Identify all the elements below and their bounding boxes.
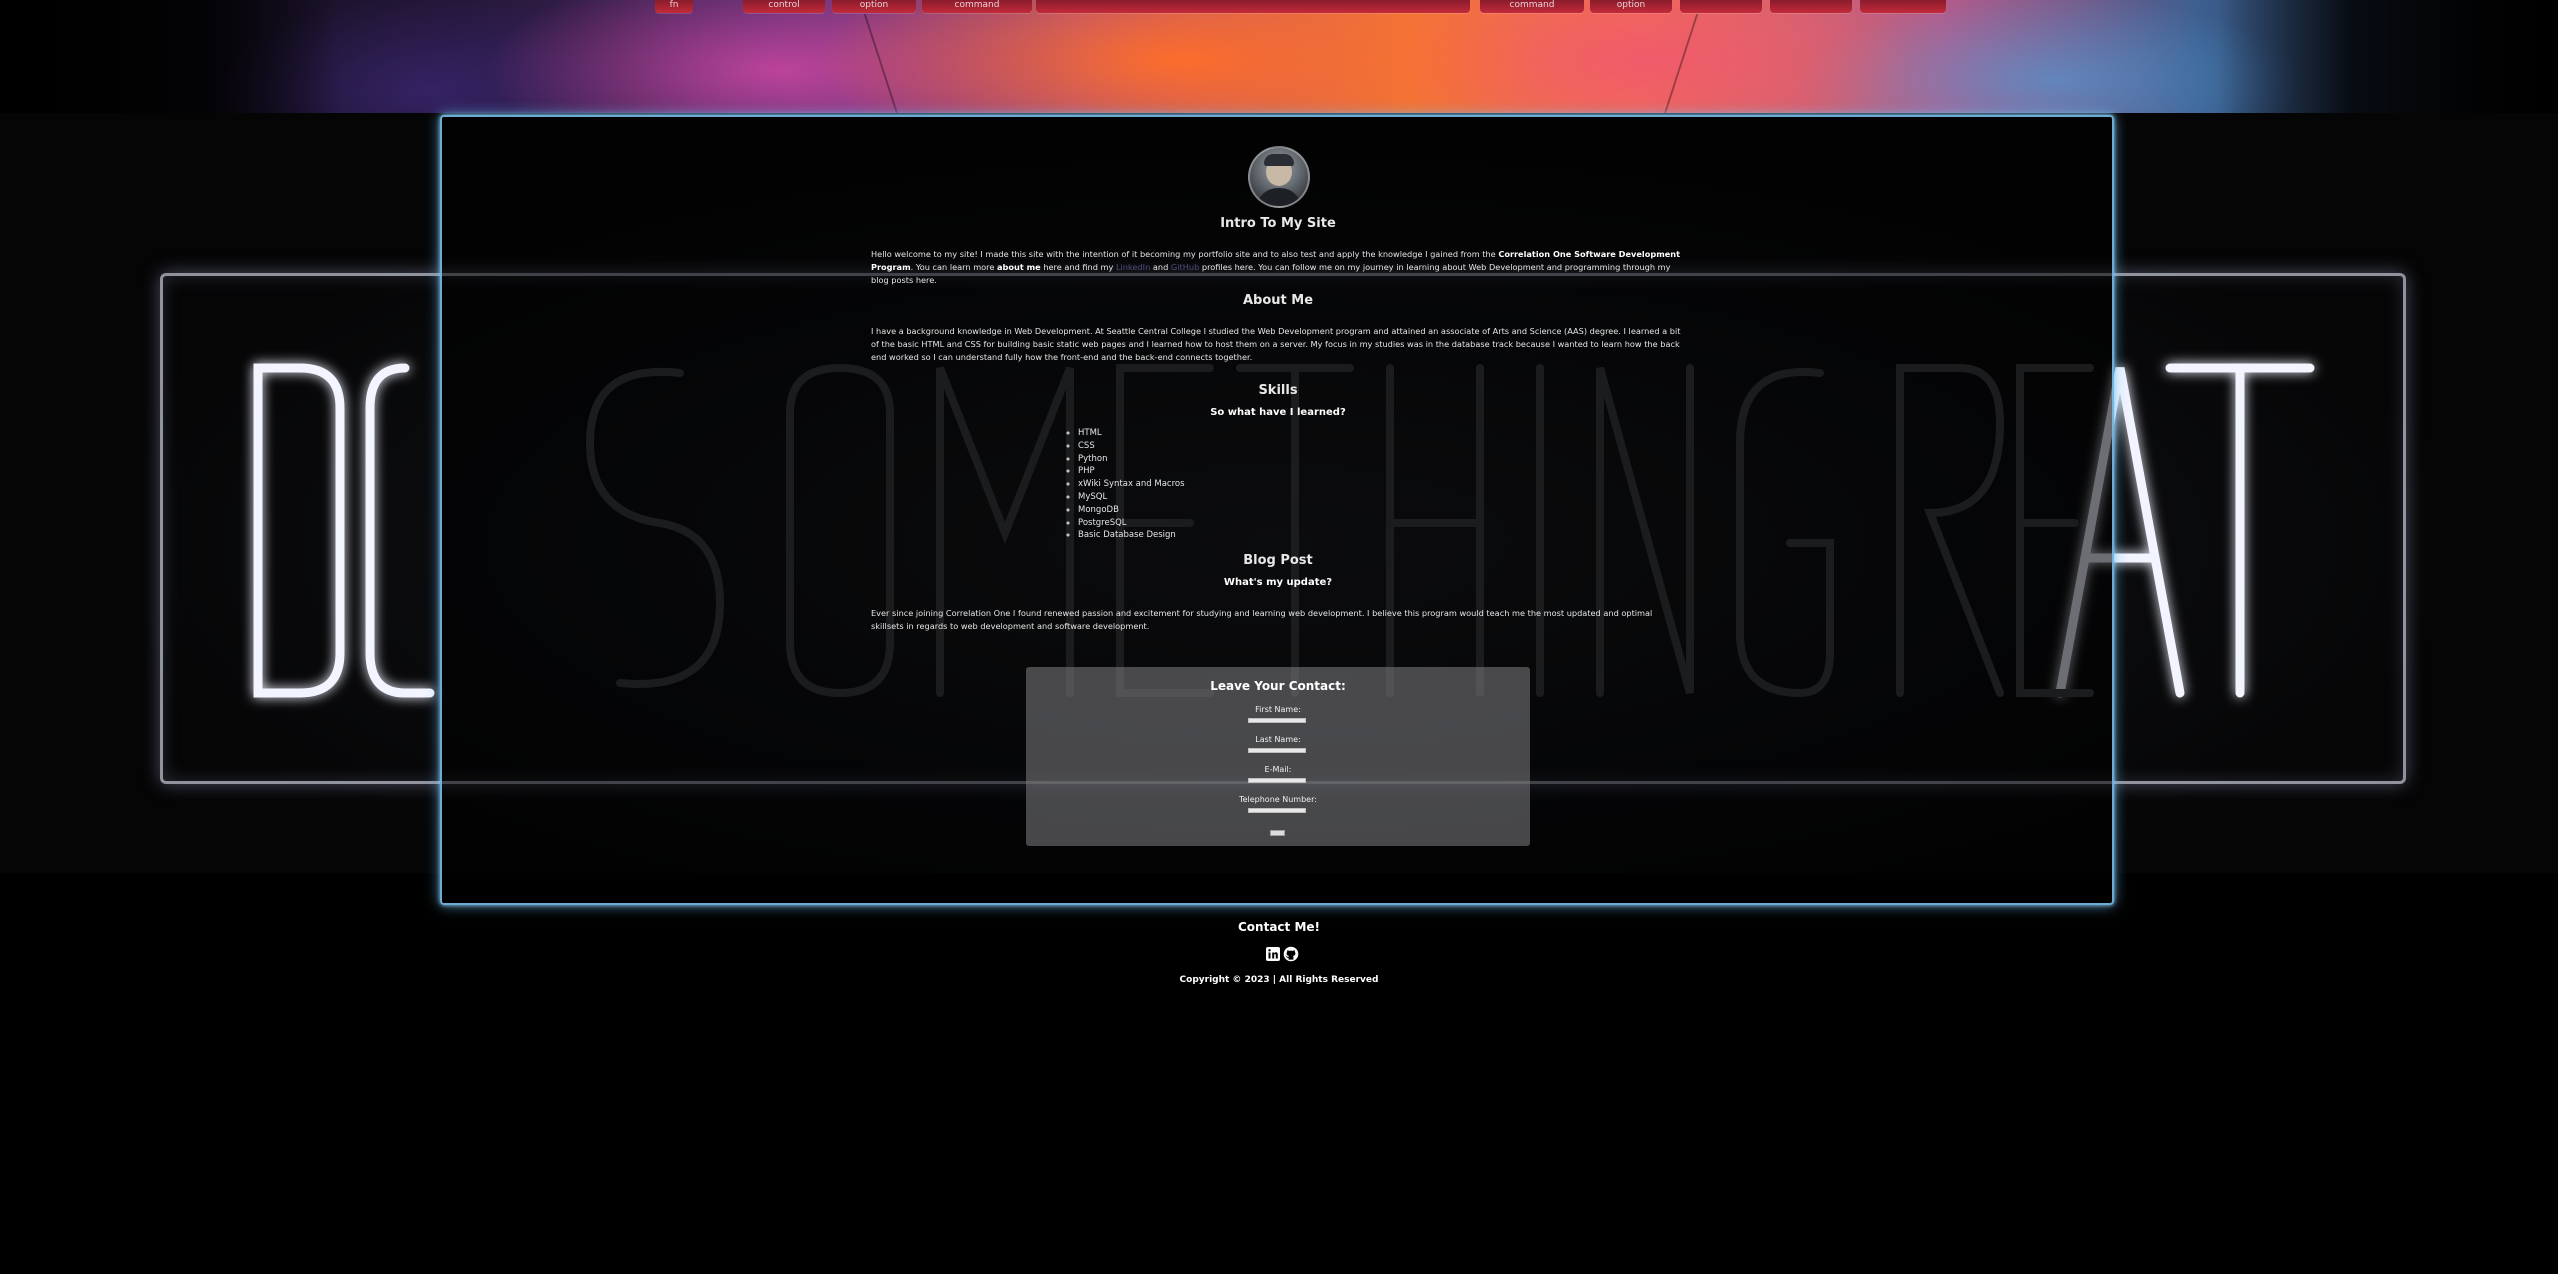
trackpad-edge-left	[863, 14, 899, 113]
skill-item: xWiki Syntax and Macros	[1078, 478, 1185, 491]
skill-item: HTML	[1078, 427, 1185, 440]
linkedin-link[interactable]: LinkedIn	[1116, 262, 1150, 272]
about-me-link[interactable]: about me	[997, 262, 1041, 272]
email-label: E-Mail:	[1264, 765, 1292, 774]
key-control: control	[743, 0, 825, 13]
avatar	[1248, 146, 1310, 208]
blog-paragraph: Ever since joining Correlation One I fou…	[871, 608, 1653, 631]
intro-text-4: and	[1150, 262, 1171, 272]
last-name-field[interactable]	[1248, 748, 1306, 753]
page: fn control option command command option	[0, 0, 2558, 1274]
linkedin-icon[interactable]	[1265, 946, 1281, 962]
avatar-cap	[1264, 154, 1294, 166]
key-command-left: command	[922, 0, 1032, 13]
blog-subtitle: What's my update?	[1223, 577, 1333, 588]
about-title: About Me	[1242, 293, 1314, 308]
social-icons	[1265, 946, 1301, 964]
contact-form: Leave Your Contact: First Name: Last Nam…	[1026, 667, 1530, 846]
copyright-text: Copyright © 2023 | All Rights Reserved	[1179, 975, 1379, 985]
intro-title: Intro To My Site	[1220, 216, 1336, 231]
first-name-field[interactable]	[1248, 718, 1306, 723]
skill-item: PostgreSQL	[1078, 517, 1185, 530]
phone-label: Telephone Number:	[1239, 795, 1317, 804]
avatar-shoulders	[1256, 188, 1302, 206]
skill-item: CSS	[1078, 440, 1185, 453]
skill-item: PHP	[1078, 465, 1185, 478]
key-option-left: option	[832, 0, 916, 13]
skills-subtitle: So what have I learned?	[1210, 407, 1346, 418]
key-right-arrow	[1860, 0, 1946, 13]
phone-field[interactable]	[1248, 808, 1306, 813]
skill-item: MySQL	[1078, 491, 1185, 504]
key-left-arrow	[1680, 0, 1762, 13]
github-icon[interactable]	[1283, 946, 1299, 962]
skills-list: HTML CSS Python PHP xWiki Syntax and Mac…	[1060, 427, 1185, 542]
email-field[interactable]	[1248, 778, 1306, 783]
hero-shade-right	[2218, 0, 2558, 113]
key-fn: fn	[655, 0, 693, 13]
github-link[interactable]: GitHub	[1171, 262, 1199, 272]
intro-text-2: . You can learn more	[910, 262, 998, 272]
key-command-right: command	[1480, 0, 1584, 13]
key-option-right: option	[1590, 0, 1672, 13]
hero-shade-left	[0, 0, 340, 113]
last-name-label: Last Name:	[1255, 735, 1301, 744]
hero-keyboard-image: fn control option command command option	[0, 0, 2558, 113]
submit-button[interactable]	[1270, 830, 1285, 836]
skill-item: Basic Database Design	[1078, 529, 1185, 542]
skill-item: MongoDB	[1078, 504, 1185, 517]
skills-title: Skills	[1258, 383, 1298, 398]
key-up-down-arrow	[1770, 0, 1852, 13]
footer-contact-title: Contact Me!	[1237, 920, 1320, 934]
contact-form-title: Leave Your Contact:	[1210, 679, 1346, 693]
intro-text-1: Hello welcome to my site! I made this si…	[871, 249, 1499, 259]
intro-text-3: here and find my	[1040, 262, 1116, 272]
first-name-label: First Name:	[1255, 705, 1301, 714]
trackpad-edge-right	[1663, 14, 1699, 113]
intro-paragraph: Hello welcome to my site! I made this si…	[871, 248, 1686, 287]
skill-item: Python	[1078, 453, 1185, 466]
key-space	[1036, 0, 1470, 13]
about-paragraph: I have a background knowledge in Web Dev…	[871, 326, 1681, 362]
blog-title: Blog Post	[1243, 553, 1313, 568]
